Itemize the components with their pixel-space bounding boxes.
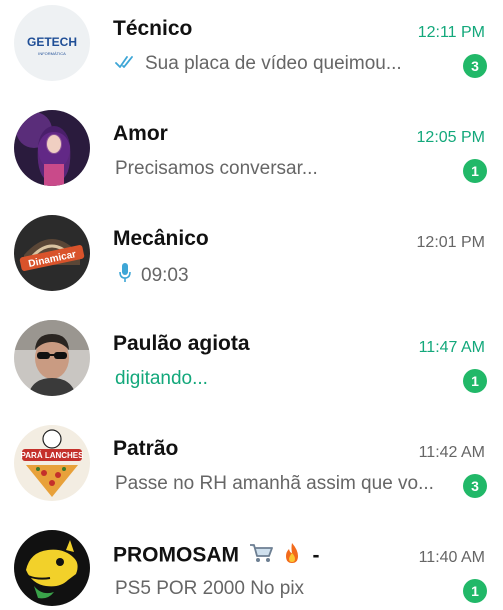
chat-name: Mecânico	[113, 227, 209, 250]
chat-time: 12:05 PM	[416, 129, 485, 146]
unread-badge: 1	[463, 579, 487, 603]
chat-name: PROMOSAM -	[113, 542, 320, 570]
chat-name: Amor	[113, 122, 168, 145]
chat-name: Técnico	[113, 17, 193, 40]
chat-preview-text: 09:03	[141, 265, 189, 286]
microphone-icon	[119, 263, 131, 289]
chat-row-paulao-agiota[interactable]: Paulão agiota 11:47 AM digitando... 1	[0, 318, 503, 424]
chat-time: 11:47 AM	[418, 339, 485, 356]
chat-row-amor[interactable]: Amor 12:05 PM Precisamos conversar... 1	[0, 108, 503, 214]
chat-row-tecnico[interactable]: GETECH INFORMÁTICA Técnico 12:11 PM Sua …	[0, 3, 503, 109]
chat-time: 12:11 PM	[417, 24, 485, 41]
chat-row-mecanico[interactable]: Dinamicar Mecânico 12:01 PM 09:03	[0, 213, 503, 319]
unread-badge: 3	[463, 54, 487, 78]
logo-text: PARÁ LANCHES	[21, 451, 85, 460]
double-check-icon	[115, 53, 137, 75]
chat-time: 11:42 AM	[418, 444, 485, 461]
chat-name: Paulão agiota	[113, 332, 250, 355]
chat-row-promosam[interactable]: PROMOSAM - 11:40 AM PS5 POR 2000 No pix …	[0, 528, 503, 610]
fire-icon	[283, 542, 301, 570]
avatar[interactable]: GETECH INFORMÁTICA	[14, 5, 90, 81]
chat-time: 11:40 AM	[418, 549, 485, 566]
logo-text: GETECH	[27, 35, 77, 49]
chat-preview: digitando...	[115, 368, 445, 390]
avatar[interactable]: Dinamicar	[14, 215, 90, 291]
chat-preview-text: Passe no RH amanhã assim que vo...	[115, 473, 434, 494]
chat-row-patrao[interactable]: PARÁ LANCHES Patrão 11:42 AM Passe no RH…	[0, 423, 503, 529]
unread-badge: 1	[463, 159, 487, 183]
chat-preview: PS5 POR 2000 No pix	[115, 578, 445, 600]
chat-preview: 09:03	[115, 263, 445, 289]
chat-name-text: PROMOSAM	[113, 543, 239, 567]
avatar[interactable]	[14, 110, 90, 186]
logo-subtext: INFORMÁTICA	[38, 51, 66, 56]
avatar[interactable]	[14, 530, 90, 606]
avatar[interactable]: PARÁ LANCHES	[14, 425, 90, 501]
chat-preview: Precisamos conversar...	[115, 158, 445, 180]
chat-preview: Sua placa de vídeo queimou...	[115, 53, 445, 75]
chat-time: 12:01 PM	[416, 234, 485, 251]
avatar[interactable]	[14, 320, 90, 396]
chat-name-suffix: -	[312, 543, 320, 567]
shopping-cart-icon	[249, 542, 273, 570]
chat-preview-text: Sua placa de vídeo queimou...	[145, 53, 402, 74]
chat-preview-text: Precisamos conversar...	[115, 158, 318, 179]
unread-badge: 3	[463, 474, 487, 498]
unread-badge: 1	[463, 369, 487, 393]
chat-list: GETECH INFORMÁTICA Técnico 12:11 PM Sua …	[0, 0, 503, 610]
chat-name: Patrão	[113, 437, 179, 460]
chat-preview-text: PS5 POR 2000 No pix	[115, 578, 305, 599]
chat-preview: Passe no RH amanhã assim que vo...	[115, 473, 445, 495]
typing-indicator: digitando...	[115, 368, 208, 389]
